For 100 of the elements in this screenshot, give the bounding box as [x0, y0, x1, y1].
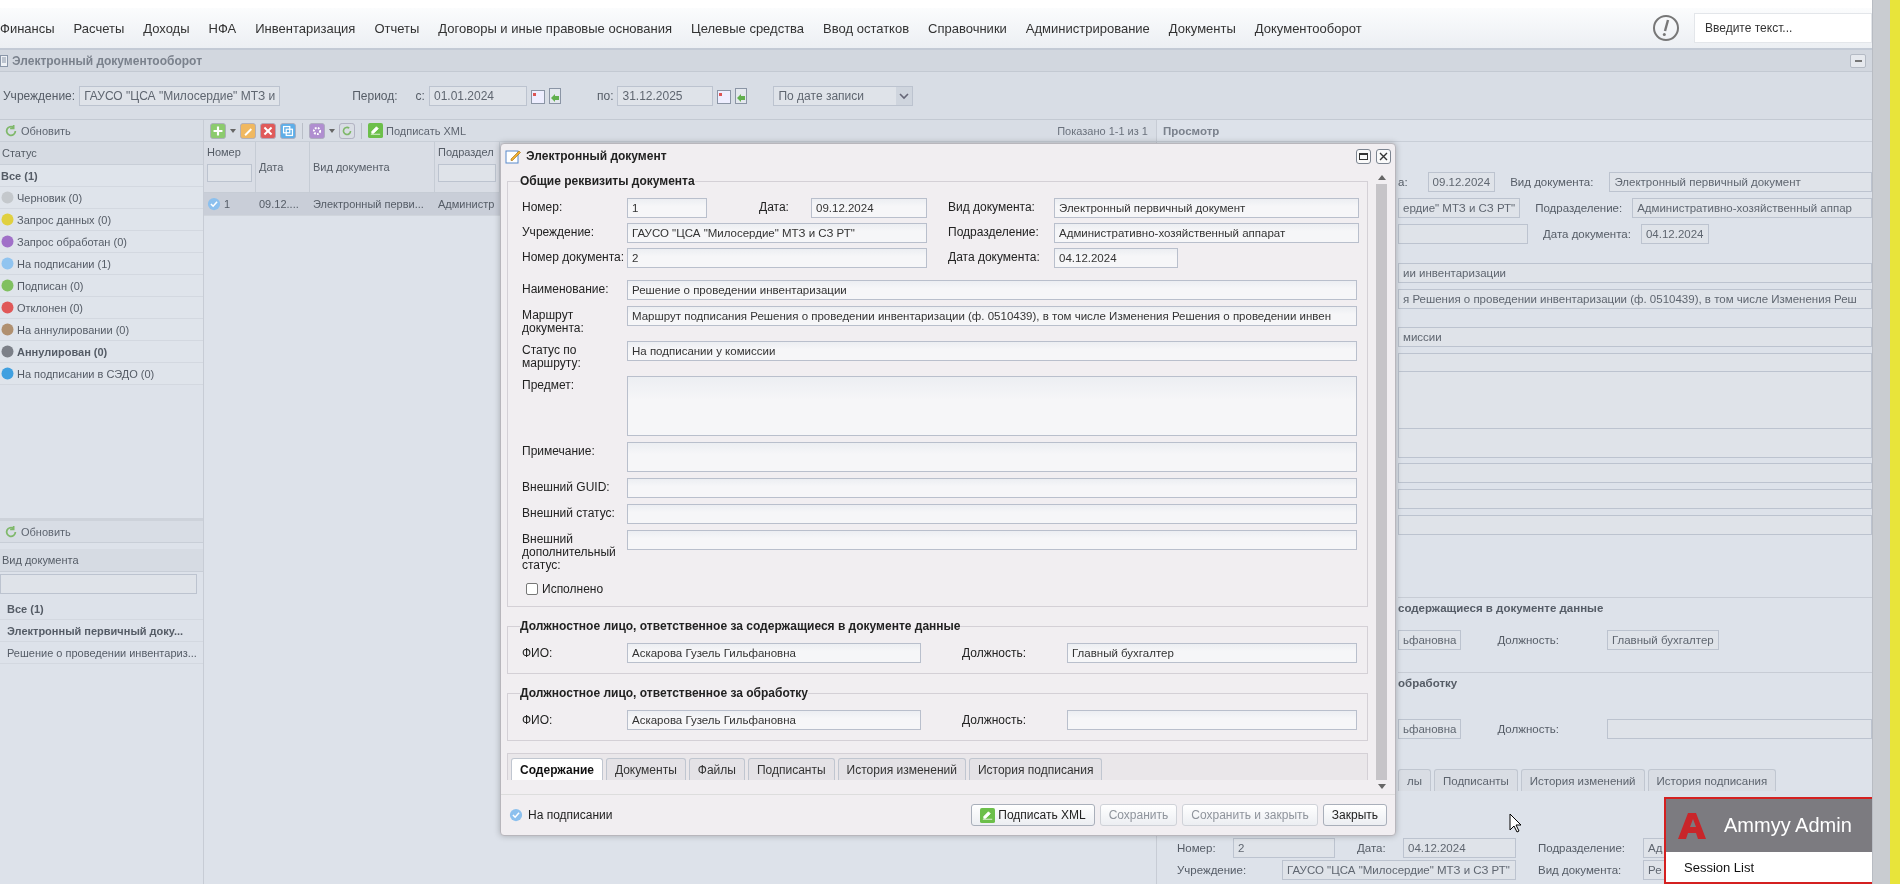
filter-field[interactable]: [0, 574, 197, 594]
input-field[interactable]: ии инвентаризации: [1398, 263, 1872, 283]
date-field[interactable]: 01.01.2024: [428, 85, 527, 106]
filter-field[interactable]: [438, 164, 496, 182]
input-field[interactable]: [1398, 463, 1872, 483]
tab[interactable]: Документы: [605, 758, 686, 780]
column-header[interactable]: Номер: [207, 146, 252, 158]
input-field[interactable]: ГАУСО "ЦСА "Милосердие" МТЗ и СЗ РТ": [1282, 860, 1516, 880]
input-field[interactable]: [1398, 371, 1872, 431]
alert-icon[interactable]: [1652, 14, 1680, 42]
menu-item[interactable]: Администрирование: [1025, 20, 1150, 36]
input-field[interactable]: 04.12.2024: [1054, 248, 1178, 268]
input-field[interactable]: Электронный первичный документ: [1054, 198, 1359, 218]
caret-icon[interactable]: [329, 128, 335, 133]
input-field[interactable]: Аскарова Гузель Гильфановна: [627, 643, 921, 663]
plus-icon[interactable]: [210, 122, 226, 139]
tab[interactable]: История подписания: [968, 758, 1103, 780]
menu-item[interactable]: Ввод остатков: [823, 20, 910, 36]
input-field[interactable]: [627, 478, 1357, 498]
caret-icon[interactable]: [230, 128, 236, 133]
input-field[interactable]: Административно-хозяйственный аппар: [1632, 198, 1872, 218]
input-field[interactable]: 2: [627, 248, 927, 268]
type-item[interactable]: Все (1): [0, 598, 203, 620]
dialog-button[interactable]: Подписать XML: [971, 804, 1095, 826]
input-field[interactable]: 09.12.2024: [811, 198, 927, 218]
input-field[interactable]: [1398, 224, 1528, 244]
sign-xml-button[interactable]: Подписать XML: [368, 123, 467, 138]
menu-item[interactable]: Договоры и иные правовые основания: [438, 20, 673, 36]
input-field[interactable]: [1067, 710, 1357, 730]
input-field[interactable]: Административно-хозяйственный аппарат: [1054, 223, 1359, 243]
input-field[interactable]: Решение о проведении инвентаризации: [627, 280, 1357, 300]
copy-icon[interactable]: [280, 122, 296, 139]
input-field[interactable]: [1398, 428, 1872, 458]
input-field[interactable]: [627, 504, 1357, 524]
input-field[interactable]: [1398, 353, 1872, 373]
menu-item[interactable]: Финансы: [0, 20, 55, 36]
tab[interactable]: История изменений: [1520, 769, 1645, 791]
input-field[interactable]: [627, 530, 1357, 550]
checkbox-label[interactable]: Исполнено: [542, 582, 604, 596]
input-field[interactable]: ердие" МТЗ и СЗ РТ": [1398, 198, 1521, 218]
menu-item[interactable]: НФА: [208, 20, 237, 36]
input-field[interactable]: ГАУСО "ЦСА "Милосердие" МТЗ и: [79, 85, 281, 106]
checkbox[interactable]: [526, 583, 538, 595]
input-field[interactable]: 09.12.2024: [1427, 172, 1496, 192]
input-field[interactable]: ьфановна: [1398, 630, 1462, 650]
menu-item[interactable]: Документооборот: [1254, 20, 1362, 36]
delete-icon[interactable]: [260, 122, 276, 139]
date-field[interactable]: 31.12.2025: [617, 85, 714, 106]
input-field[interactable]: я Решения о проведении инвентаризации (ф. 0510439), в том числе Изменения Реш: [1398, 289, 1872, 309]
type-item[interactable]: Электронный первичный доку...: [0, 620, 203, 642]
pencil-icon[interactable]: [240, 122, 256, 139]
tab[interactable]: Подписанты: [1434, 769, 1518, 791]
input-field[interactable]: На подписании у комиссии: [627, 341, 1357, 361]
input-field[interactable]: ьфановна: [1398, 719, 1462, 739]
refresh-icon[interactable]: [339, 122, 355, 139]
input-field[interactable]: Главный бухгалтер: [1606, 630, 1719, 650]
scrollbar[interactable]: [1872, 0, 1891, 884]
menu-item[interactable]: Доходы: [143, 20, 190, 36]
filter-field[interactable]: [207, 164, 252, 182]
refresh-icon[interactable]: [4, 123, 18, 138]
tab[interactable]: Подписанты: [747, 758, 835, 780]
input-field[interactable]: 04.12.2024: [1640, 224, 1709, 244]
gear-icon[interactable]: [309, 122, 325, 139]
tab[interactable]: История изменений: [837, 758, 966, 780]
scroll-down-icon[interactable]: [1377, 784, 1386, 790]
input-field[interactable]: Маршрут подписания Решения о проведении инвентаризации (ф. 0510439), в том числе Изменения Решения о проведении инвен: [627, 306, 1357, 326]
input-field[interactable]: миссии: [1398, 327, 1872, 347]
input-field[interactable]: ГАУСО "ЦСА "Милосердие" МТЗ и СЗ РТ": [627, 223, 927, 243]
tab[interactable]: История подписания: [1647, 769, 1777, 791]
input-field[interactable]: Главный бухгалтер: [1067, 643, 1357, 663]
input-field[interactable]: [1398, 489, 1872, 509]
refresh-icon[interactable]: [4, 524, 18, 539]
input-field[interactable]: [1398, 515, 1872, 535]
menu-item[interactable]: Целевые средства: [691, 20, 805, 36]
column-header[interactable]: Подраздел: [438, 146, 496, 158]
input-field[interactable]: 1: [627, 198, 707, 218]
tab[interactable]: лы: [1398, 769, 1431, 791]
input-field[interactable]: [1606, 719, 1872, 739]
column-header[interactable]: Дата: [259, 161, 306, 173]
maximize-button[interactable]: [1356, 148, 1371, 164]
menu-item[interactable]: Справочники: [928, 20, 1007, 36]
input-field[interactable]: 04.12.2024: [1403, 838, 1516, 858]
input-field[interactable]: Аскарова Гузель Гильфановна: [627, 710, 921, 730]
search-field[interactable]: Введите текст...: [1694, 13, 1872, 43]
dialog-button[interactable]: Закрыть: [1322, 804, 1387, 826]
menu-item[interactable]: Отчеты: [374, 20, 420, 36]
menu-item[interactable]: Расчеты: [73, 20, 125, 36]
input-field[interactable]: 2: [1233, 838, 1335, 858]
tab[interactable]: Содержание: [511, 758, 603, 780]
date-mode-dropdown[interactable]: По дате записи: [773, 85, 914, 106]
column-header[interactable]: Вид документа: [313, 161, 431, 173]
menu-item[interactable]: Документы: [1168, 20, 1236, 36]
tab[interactable]: Файлы: [688, 758, 745, 780]
calendar-icon[interactable]: [530, 87, 545, 104]
input-field[interactable]: [627, 376, 1357, 436]
input-field[interactable]: Электронный первичный документ: [1609, 172, 1872, 192]
calendar-icon[interactable]: [717, 87, 732, 104]
menu-item[interactable]: Инвентаризация: [255, 20, 356, 36]
scroll-up-icon[interactable]: [1377, 174, 1386, 180]
input-field[interactable]: [627, 442, 1357, 472]
